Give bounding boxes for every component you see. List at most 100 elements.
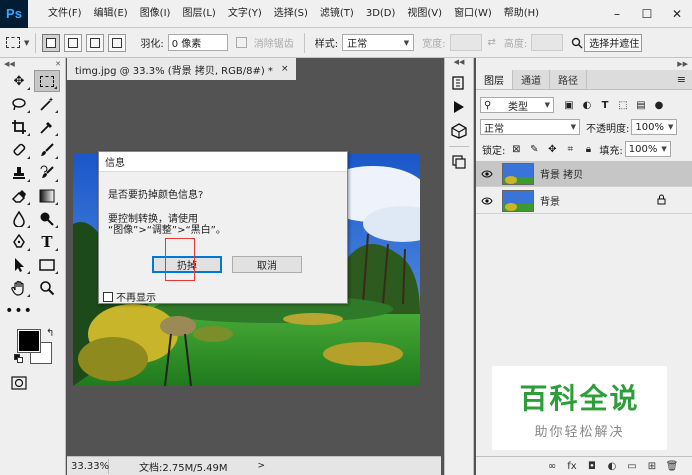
marquee-tool-preset-icon[interactable] (2, 33, 24, 53)
lock-image-icon[interactable]: ✎ (525, 141, 543, 157)
add-selection-button[interactable] (64, 33, 83, 52)
layer-row[interactable]: 背景 拷贝 (476, 161, 692, 187)
lock-all-icon[interactable]: 🔒︎ (579, 141, 597, 157)
3d-panel-icon[interactable] (448, 120, 470, 142)
link-layers-icon[interactable]: ∞ (542, 461, 562, 472)
document-tab[interactable]: timg.jpg @ 33.3% (背景 拷贝, RGB/8#) * × (67, 58, 297, 80)
tab-channels[interactable]: 通道 (513, 70, 550, 89)
pen-tool-icon[interactable] (6, 231, 32, 253)
brush-tool-icon[interactable] (34, 139, 60, 161)
select-and-mask-button[interactable]: 选择并遮住 (584, 33, 643, 52)
filter-smart-object-icon[interactable]: ▤ (632, 97, 650, 113)
chevron-down-icon[interactable]: ▼ (24, 39, 29, 47)
rectangular-marquee-tool-icon[interactable] (34, 70, 60, 92)
blend-mode-select[interactable]: 正常 ▼ (480, 119, 580, 135)
menu-3d[interactable]: 3D(D) (360, 0, 402, 28)
lock-transparent-icon[interactable]: ⊠ (507, 141, 525, 157)
gradient-tool-icon[interactable] (34, 185, 60, 207)
magic-wand-tool-icon[interactable] (34, 93, 60, 115)
style-select[interactable]: 正常 ▼ (342, 34, 415, 51)
lock-position-icon[interactable]: ✥ (543, 141, 561, 157)
foreground-color-swatch[interactable] (17, 329, 41, 353)
tab-layers[interactable]: 图层 (476, 70, 513, 89)
lasso-tool-icon[interactable] (6, 93, 32, 115)
visibility-eye-icon[interactable] (476, 197, 498, 205)
filter-pixel-icon[interactable]: ▣ (560, 97, 578, 113)
menu-select[interactable]: 选择(S) (268, 0, 314, 28)
maximize-button[interactable]: ☐ (632, 0, 662, 28)
menu-type[interactable]: 文字(Y) (222, 0, 268, 28)
filter-type-icon[interactable]: T (596, 97, 614, 113)
adjustment-layer-icon[interactable]: ◐ (602, 461, 622, 472)
search-icon[interactable] (569, 35, 584, 50)
swap-colors-icon[interactable]: ↰ (46, 328, 54, 339)
dodge-tool-icon[interactable] (34, 208, 60, 230)
panel-menu-icon[interactable]: ≡ (677, 73, 686, 86)
menu-image[interactable]: 图像(I) (134, 0, 177, 28)
filter-toggle-icon[interactable]: ● (650, 97, 668, 113)
actions-play-icon[interactable] (448, 96, 470, 118)
discard-button[interactable]: 扔掉 (152, 256, 222, 273)
rectangle-shape-tool-icon[interactable] (34, 254, 60, 276)
default-colors-icon[interactable] (14, 354, 24, 364)
zoom-tool-icon[interactable] (34, 277, 60, 299)
feather-input[interactable]: 0 像素 (167, 34, 228, 51)
healing-brush-tool-icon[interactable] (6, 139, 32, 161)
minimize-button[interactable]: – (602, 0, 632, 28)
hand-tool-icon[interactable] (6, 277, 32, 299)
menu-filter[interactable]: 滤镜(T) (314, 0, 360, 28)
layer-style-icon[interactable]: fx (562, 461, 582, 472)
intersect-selection-button[interactable] (108, 33, 127, 52)
menu-layer[interactable]: 图层(L) (176, 0, 221, 28)
more-tools-icon[interactable]: ••• (5, 300, 32, 322)
menu-view[interactable]: 视图(V) (401, 0, 448, 28)
crop-tool-icon[interactable] (6, 116, 32, 138)
panel-collapse-bar[interactable]: ◀◀ ✕ (0, 58, 65, 70)
cancel-button[interactable]: 取消 (232, 256, 302, 273)
menu-file[interactable]: 文件(F) (42, 0, 88, 28)
antialias-checkbox[interactable] (235, 37, 247, 48)
new-layer-icon[interactable]: ⊞ (642, 461, 662, 472)
menu-window[interactable]: 窗口(W) (448, 0, 498, 28)
width-input[interactable] (449, 34, 482, 51)
status-menu-arrow[interactable]: > (258, 461, 266, 471)
move-tool-icon[interactable]: ✥ (6, 70, 32, 92)
fill-input[interactable]: 100% ▼ (624, 141, 671, 157)
history-panel-icon[interactable] (448, 72, 470, 94)
opacity-input[interactable]: 100% ▼ (631, 119, 678, 135)
new-group-icon[interactable]: ▭ (622, 461, 642, 472)
layer-row[interactable]: 背景 (476, 188, 692, 214)
menu-edit[interactable]: 编辑(E) (88, 0, 134, 28)
history-brush-tool-icon[interactable] (34, 162, 60, 184)
filter-adjustment-icon[interactable]: ◐ (578, 97, 596, 113)
eyedropper-tool-icon[interactable] (34, 116, 60, 138)
quick-mask-icon[interactable] (6, 372, 32, 394)
height-input[interactable] (531, 34, 564, 51)
new-selection-button[interactable] (42, 33, 61, 52)
close-icon[interactable]: × (281, 64, 289, 74)
properties-panel-icon[interactable] (448, 151, 470, 173)
menu-help[interactable]: 帮助(H) (498, 0, 545, 28)
tab-paths[interactable]: 路径 (550, 70, 587, 89)
dont-show-again-option[interactable]: 不再显示 (103, 289, 156, 304)
close-button[interactable]: ✕ (662, 0, 692, 28)
options-bar: ▼ 羽化: 0 像素 消除锯齿 样式: 正常 ▼ 宽度: ⇄ 高度: 选择并遮住 (0, 28, 692, 58)
dont-show-again-checkbox[interactable] (103, 291, 113, 302)
blur-tool-icon[interactable] (6, 208, 32, 230)
subtract-selection-button[interactable] (86, 33, 105, 52)
zoom-level-field[interactable]: 33.33% (69, 458, 109, 474)
filter-shape-icon[interactable]: ⬚ (614, 97, 632, 113)
layer-filter-select[interactable]: ⚲ 类型 ▼ (480, 97, 554, 113)
type-tool-icon[interactable]: T (34, 231, 60, 253)
path-selection-tool-icon[interactable] (6, 254, 32, 276)
layer-mask-icon[interactable]: ◘ (582, 461, 602, 472)
panel-collapse-bar[interactable]: ◀◀ (445, 58, 473, 70)
panel-collapse-bar[interactable]: ▶▶ (476, 58, 692, 70)
trash-icon[interactable]: 🗑 (662, 461, 682, 472)
lock-icon[interactable] (657, 194, 666, 208)
clone-stamp-tool-icon[interactable] (6, 162, 32, 184)
lock-artboard-icon[interactable]: ⌗ (561, 141, 579, 157)
swap-dimensions-icon[interactable]: ⇄ (488, 37, 496, 48)
eraser-tool-icon[interactable] (6, 185, 32, 207)
visibility-eye-icon[interactable] (476, 170, 498, 178)
